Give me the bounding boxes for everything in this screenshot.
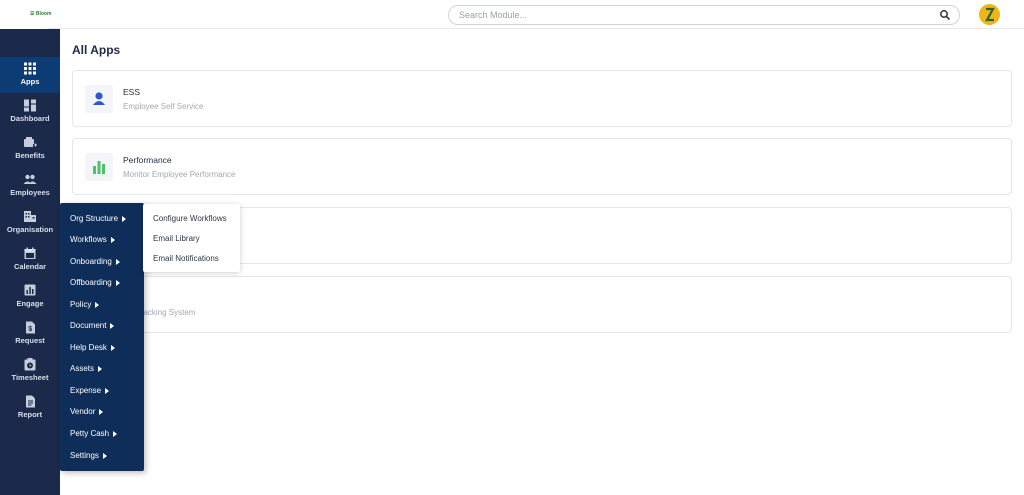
flyout-item-settings[interactable]: Settings	[70, 451, 107, 460]
sidebar-item-label: Request	[15, 336, 45, 345]
flyout-item-label: Policy	[70, 300, 92, 309]
app-card-performance[interactable]: Performance Monitor Employee Performance	[72, 138, 1012, 195]
page-title: All Apps	[72, 43, 121, 57]
search-input[interactable]: Search Module...	[448, 5, 960, 25]
logo-area: ☰ Bloom	[0, 0, 60, 29]
sidebar-item-label: Benefits	[15, 151, 45, 160]
benefits-icon	[24, 137, 37, 148]
submenu-item-email-library[interactable]: Email Library	[153, 234, 200, 243]
card-title: ESS	[123, 87, 141, 97]
flyout-item-label: Vendor	[70, 407, 96, 416]
caret-right-icon	[110, 344, 115, 351]
sidebar-item-report[interactable]: Report	[0, 390, 60, 426]
card-subtitle: Monitor Employee Performance	[123, 170, 236, 179]
bar-chart-icon	[93, 161, 105, 174]
sidebar-item-employees[interactable]: Employees	[0, 168, 60, 204]
caret-right-icon	[98, 365, 103, 372]
card-icon-box	[85, 85, 113, 113]
flyout-item-help-desk[interactable]: Help Desk	[70, 343, 115, 352]
calendar-icon	[24, 247, 36, 259]
svg-text:$: $	[28, 326, 32, 333]
org-structure-submenu: Configure Workflows Email Library Email …	[143, 204, 240, 272]
flyout-item-label: Petty Cash	[70, 429, 110, 438]
sidebar-item-request[interactable]: $ Request	[0, 316, 60, 352]
company-logo[interactable]: ☰ Bloom	[30, 11, 51, 17]
card-icon-box	[85, 153, 113, 181]
top-bar: ☰ Bloom Search Module...	[0, 0, 1024, 29]
sidebar-item-label: Report	[17, 410, 43, 419]
sidebar-item-dashboard[interactable]: Dashboard	[0, 94, 60, 130]
submenu-item-email-notifications[interactable]: Email Notifications	[153, 254, 219, 263]
sidebar-item-label: Employees	[10, 188, 50, 197]
app-card-ess[interactable]: ESS Employee Self Service	[72, 70, 1012, 127]
timesheet-icon	[24, 358, 36, 371]
request-icon: $	[26, 321, 35, 334]
search-placeholder: Search Module...	[459, 10, 528, 20]
caret-right-icon	[113, 430, 118, 437]
sidebar: Apps Dashboard Benefits Employees Organi…	[0, 29, 60, 495]
flyout-item-assets[interactable]: Assets	[70, 364, 103, 373]
employees-icon	[23, 174, 37, 184]
flyout-item-org-structure[interactable]: Org Structure	[70, 214, 127, 223]
card-subtitle: Employee Self Service	[123, 102, 204, 111]
caret-right-icon	[110, 236, 115, 243]
caret-right-icon	[95, 301, 100, 308]
engage-chart-icon	[24, 284, 36, 296]
caret-right-icon	[105, 387, 110, 394]
avatar[interactable]	[979, 4, 1000, 25]
flyout-item-label: Workflows	[70, 235, 107, 244]
flyout-item-label: Onboarding	[70, 257, 112, 266]
app-card-applicant-tracking[interactable]: ant Tracking System	[72, 276, 1012, 333]
sidebar-item-label: Organisation	[6, 225, 54, 234]
caret-right-icon	[122, 215, 127, 222]
flyout-item-document[interactable]: Document	[70, 321, 115, 330]
flyout-item-label: Expense	[70, 386, 102, 395]
organisation-icon	[24, 211, 36, 222]
submenu-item-configure-workflows[interactable]: Configure Workflows	[153, 214, 227, 223]
organisation-flyout-menu: Org Structure Workflows Onboarding Offbo…	[60, 203, 144, 471]
sidebar-item-organisation[interactable]: Organisation	[0, 205, 60, 241]
avatar-logo-icon	[985, 7, 995, 22]
flyout-item-label: Settings	[70, 451, 99, 460]
flyout-item-policy[interactable]: Policy	[70, 300, 100, 309]
sidebar-item-timesheet[interactable]: Timesheet	[0, 353, 60, 389]
flyout-item-label: Help Desk	[70, 343, 107, 352]
flyout-item-vendor[interactable]: Vendor	[70, 407, 104, 416]
search-icon[interactable]	[939, 9, 951, 21]
report-icon	[26, 395, 35, 408]
flyout-item-label: Document	[70, 321, 107, 330]
caret-right-icon	[110, 322, 115, 329]
sidebar-item-calendar[interactable]: Calendar	[0, 242, 60, 278]
sidebar-item-label: Timesheet	[11, 373, 49, 382]
sidebar-item-label: Apps	[20, 77, 40, 86]
sidebar-item-label: Calendar	[13, 262, 47, 271]
sidebar-item-engage[interactable]: Engage	[0, 279, 60, 315]
dashboard-icon	[24, 99, 36, 112]
sidebar-item-apps[interactable]: Apps	[0, 57, 60, 93]
flyout-item-workflows[interactable]: Workflows	[70, 235, 115, 244]
caret-right-icon	[115, 258, 120, 265]
card-title: Performance	[123, 155, 172, 165]
sidebar-item-label: Engage	[16, 299, 44, 308]
caret-right-icon	[102, 452, 107, 459]
flyout-item-petty-cash[interactable]: Petty Cash	[70, 429, 118, 438]
sidebar-item-benefits[interactable]: Benefits	[0, 131, 60, 167]
flyout-item-label: Org Structure	[70, 214, 119, 223]
flyout-item-label: Assets	[70, 364, 95, 373]
caret-right-icon	[99, 408, 104, 415]
flyout-item-offboarding[interactable]: Offboarding	[70, 278, 120, 287]
flyout-item-label: Offboarding	[70, 278, 112, 287]
caret-right-icon	[115, 279, 120, 286]
apps-grid-icon	[24, 62, 36, 75]
flyout-item-expense[interactable]: Expense	[70, 386, 110, 395]
flyout-item-onboarding[interactable]: Onboarding	[70, 257, 120, 266]
sidebar-item-label: Dashboard	[10, 114, 50, 123]
person-icon	[93, 92, 105, 105]
